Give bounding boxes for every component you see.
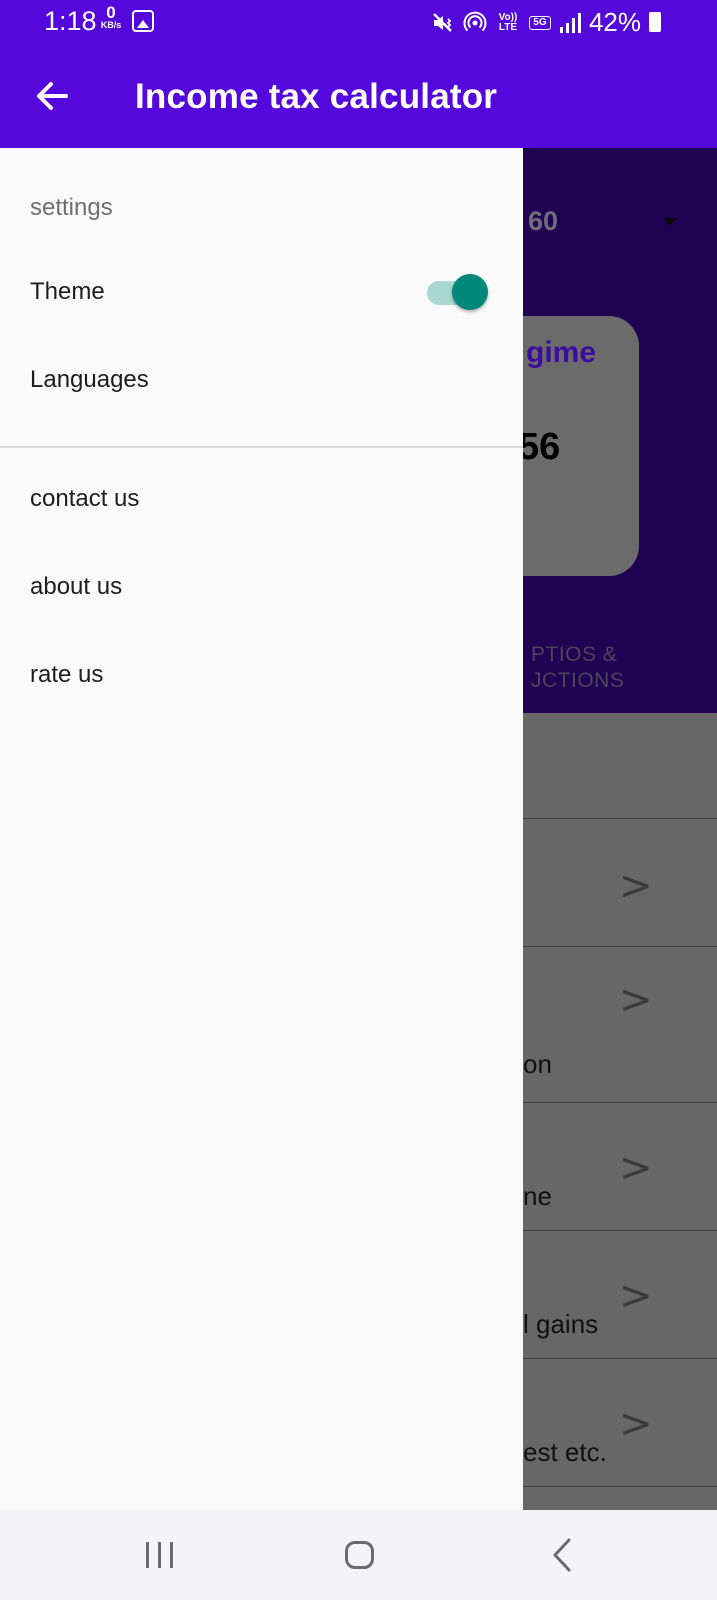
net-speed-unit: KB/s <box>100 20 122 30</box>
list-item: > ne <box>523 1102 717 1230</box>
chevron-right-icon: > <box>619 1145 653 1191</box>
drawer-item-languages[interactable]: Languages <box>0 342 523 422</box>
list-item: > <box>523 818 717 946</box>
list-item-text: on <box>523 1049 552 1079</box>
network-5g-icon: 5G <box>528 15 551 30</box>
signal-icon <box>559 12 581 33</box>
toggle-thumb <box>452 274 488 310</box>
hotspot-icon <box>463 11 487 31</box>
background-card-title: gime <box>526 336 597 369</box>
list-item-text: l gains <box>523 1309 599 1339</box>
status-time: 1:18 <box>44 6 97 36</box>
navigation-drawer: settings Theme Languages contact us abou… <box>0 148 523 1510</box>
app-bar: Income tax calculator <box>0 44 717 148</box>
chevron-right-icon: > <box>619 1273 653 1319</box>
background-list: > > on > ne > l gains > est etc. <box>523 713 717 1510</box>
settings-section-header: settings <box>30 194 113 221</box>
list-item: > est etc. <box>523 1358 717 1486</box>
drawer-item-label: about us <box>30 573 123 600</box>
battery-percent: 42% <box>588 7 641 37</box>
background-tab-line2: JCTIONS <box>531 669 625 692</box>
status-bar: 1:18 0 KB/s Vo)) LTE 5G 42% <box>0 0 717 44</box>
drawer-divider <box>0 446 523 448</box>
theme-toggle[interactable] <box>425 272 489 312</box>
list-item-text: est etc. <box>523 1437 607 1467</box>
back-chevron-icon[interactable] <box>535 1530 595 1580</box>
dropdown-arrow-icon <box>663 218 677 226</box>
list-item-text: ne <box>523 1181 552 1211</box>
background-tab-line1: PTIOS & <box>531 643 618 666</box>
background-tab-label: PTIOS & JCTIONS <box>531 642 624 694</box>
drawer-item-contact-us[interactable]: contact us <box>0 461 523 541</box>
list-item: > l gains <box>523 1230 717 1358</box>
list-item <box>523 713 717 823</box>
recent-apps-icon[interactable] <box>130 1530 190 1580</box>
drawer-item-label: Theme <box>30 278 105 305</box>
gallery-notification-icon <box>132 10 154 32</box>
chevron-right-icon: > <box>619 863 653 909</box>
background-dropdown-value: 60 <box>528 206 559 236</box>
volte-icon: Vo)) LTE <box>498 11 518 33</box>
drawer-item-rate-us[interactable]: rate us <box>0 637 523 717</box>
drawer-item-label: rate us <box>30 661 104 688</box>
net-speed-indicator: 0 KB/s <box>96 4 126 30</box>
chevron-right-icon: > <box>619 977 653 1023</box>
chevron-right-icon: > <box>619 1401 653 1447</box>
arrow-left-icon[interactable] <box>30 74 74 118</box>
drawer-item-label: Languages <box>30 366 149 393</box>
battery-icon <box>649 12 661 32</box>
drawer-item-label: contact us <box>30 485 140 512</box>
drawer-item-about-us[interactable]: about us <box>0 549 523 629</box>
background-card-value: 56 <box>523 426 561 468</box>
list-item: > on <box>523 946 717 1102</box>
system-nav-bar <box>0 1510 717 1600</box>
background-page: 60 gime 56 PTIOS & JCTIONS > > on > ne >… <box>523 148 717 1510</box>
mute-vibrate-icon <box>433 12 452 32</box>
background-hero: 60 gime 56 PTIOS & JCTIONS <box>523 148 717 713</box>
list-divider <box>523 1486 717 1510</box>
page-title: Income tax calculator <box>135 77 498 116</box>
home-icon[interactable] <box>330 1530 390 1580</box>
status-icons: Vo)) LTE 5G 42% <box>431 7 663 38</box>
background-regime-card: gime 56 <box>523 316 639 576</box>
